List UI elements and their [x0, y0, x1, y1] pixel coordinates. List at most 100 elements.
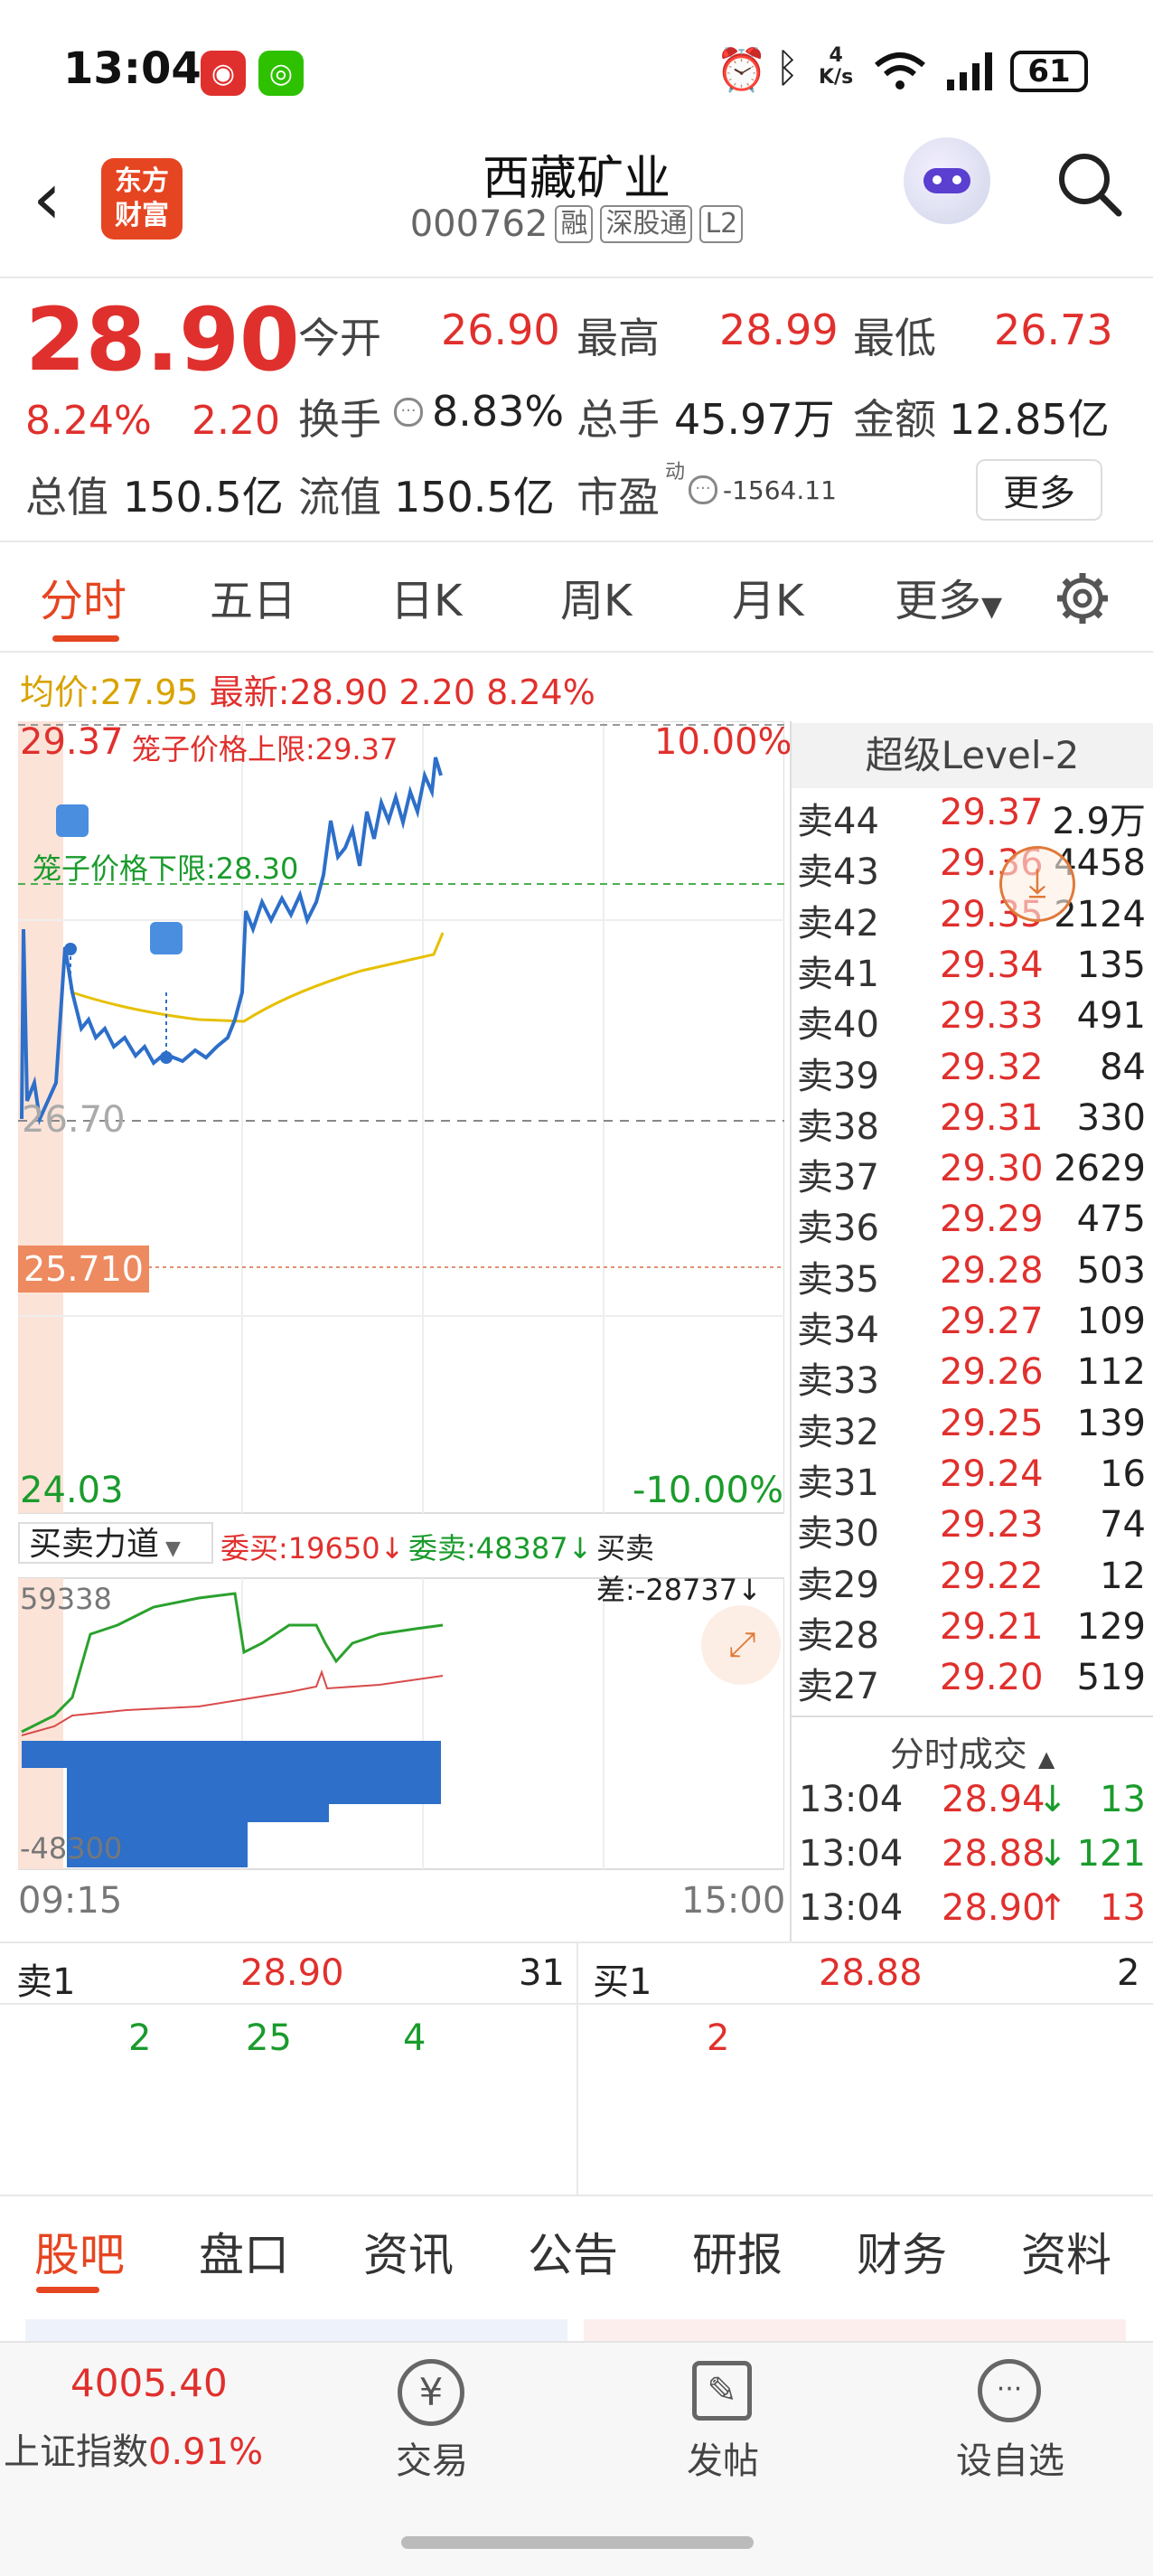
ask-price: 29.29: [940, 1199, 1044, 1241]
tab-daily-k[interactable]: 日K: [390, 565, 462, 628]
tag-l2: L2: [699, 205, 744, 243]
ask-volume: 135: [1076, 944, 1146, 986]
ask-volume: 503: [1076, 1249, 1146, 1292]
tab-monthly-k[interactable]: 月K: [732, 565, 803, 628]
tab-research[interactable]: 研报: [692, 2219, 783, 2284]
ask-row[interactable]: 卖39 29.32 84: [795, 1047, 1153, 1097]
float-label: 流值: [298, 473, 381, 522]
tab-news[interactable]: 资讯: [363, 2219, 454, 2284]
ask-price: 29.28: [940, 1249, 1044, 1292]
ask-price: 29.21: [940, 1605, 1044, 1648]
ask-volume: 129: [1076, 1605, 1146, 1648]
queue-bottom-divider: [0, 2195, 1153, 2196]
wifi-icon: [875, 52, 925, 89]
settings-gear-icon[interactable]: [1054, 569, 1111, 627]
ask-row[interactable]: 卖34 29.27 109: [795, 1301, 1153, 1351]
ask-total: 委卖:48387↓: [408, 1531, 593, 1565]
download-float-icon[interactable]: ⤓: [999, 846, 1075, 922]
sub-chart-top: 59338: [20, 1582, 112, 1616]
trade-volume: 13: [1100, 1887, 1146, 1929]
ask-row[interactable]: 卖41 29.34 135: [795, 945, 1153, 995]
ask-price: 29.25: [940, 1402, 1044, 1444]
change-pct: 8.24%: [25, 398, 152, 444]
ask-row[interactable]: 卖33 29.26 112: [795, 1351, 1153, 1402]
tab-more[interactable]: 更多▼: [895, 565, 1002, 628]
open-value: 26.90: [441, 306, 560, 354]
ask-row[interactable]: 卖43 29.36 4458: [795, 842, 1153, 893]
tab-announcements[interactable]: 公告: [528, 2219, 618, 2284]
trade-direction-arrow: ↑: [1037, 1887, 1068, 1929]
queue-mid-divider: [576, 1941, 578, 2195]
ask-row[interactable]: 卖30 29.23 74: [795, 1504, 1153, 1555]
ask-row[interactable]: 卖40 29.33 491: [795, 995, 1153, 1046]
buy-queue-order: 2: [707, 2017, 730, 2059]
turnover-label: 换手: [298, 395, 381, 444]
index-ticker[interactable]: 上证指数0.91%: [4, 2422, 263, 2475]
nav-watch-label[interactable]: 设自选: [949, 2431, 1072, 2484]
trade-time: 13:04: [799, 1779, 904, 1820]
trade-direction-arrow: ↓: [1037, 1833, 1068, 1875]
status-time: 13:04: [63, 43, 202, 94]
ask-row[interactable]: 卖38 29.31 330: [795, 1097, 1153, 1148]
high-value: 28.99: [719, 306, 839, 354]
add-watchlist-icon[interactable]: ···: [978, 2359, 1041, 2422]
ask-price: 29.31: [940, 1096, 1044, 1139]
ask-level-label: 卖30: [797, 1513, 879, 1556]
ask-row[interactable]: 卖35 29.28 503: [795, 1250, 1153, 1301]
tab-weekly-k[interactable]: 周K: [560, 565, 632, 628]
ask-level-label: 卖40: [797, 1004, 879, 1047]
sell-queue-order: 25: [246, 2017, 292, 2059]
index-value[interactable]: 4005.40: [70, 2361, 228, 2405]
tab-pankou[interactable]: 盘口: [199, 2219, 289, 2284]
ask-price: 29.26: [940, 1351, 1044, 1394]
expand-chart-icon[interactable]: [716, 1605, 770, 1659]
post-edit-icon[interactable]: ✎: [692, 2361, 752, 2421]
tab-profile[interactable]: 资料: [1021, 2219, 1111, 2284]
trade-direction-arrow: ↓: [1037, 1779, 1068, 1820]
amount-value: 12.85亿: [949, 395, 1110, 444]
nav-post-label[interactable]: 发帖: [670, 2431, 775, 2484]
chart-top-pct: 10.00%: [654, 721, 792, 763]
ask-volume: 2.9万: [1052, 801, 1146, 842]
trade-yen-icon[interactable]: ¥: [398, 2359, 464, 2426]
ask-row[interactable]: 卖42 29.35 2124: [795, 894, 1153, 945]
ask-price: 29.23: [940, 1504, 1044, 1547]
more-button[interactable]: 更多: [976, 459, 1102, 521]
indicator-selector[interactable]: 买卖力道 ▼: [18, 1522, 213, 1564]
ask-row[interactable]: 卖32 29.25 139: [795, 1403, 1153, 1453]
ask-row[interactable]: 卖31 29.24 16: [795, 1453, 1153, 1504]
ask-row[interactable]: 卖29 29.22 12: [795, 1556, 1153, 1606]
tab-financials[interactable]: 财务: [857, 2219, 947, 2284]
trade-volume: 121: [1076, 1833, 1146, 1875]
trade-price: 28.90: [942, 1887, 1045, 1929]
trade-row: 13:04 28.88 ↓ 121: [795, 1833, 1153, 1887]
ask-volume: 491: [1076, 995, 1146, 1038]
ask-volume: 112: [1076, 1351, 1146, 1394]
pe-info-icon[interactable]: ···: [689, 475, 717, 504]
tab-five-day[interactable]: 五日: [210, 565, 296, 628]
ask-volume: 12: [1100, 1555, 1146, 1597]
info-dots-icon[interactable]: ···: [394, 398, 423, 427]
ask-row[interactable]: 卖44 29.37 2.9万: [795, 792, 1153, 842]
chart-bottom-price: 24.03: [20, 1470, 124, 1511]
ask-row[interactable]: 卖37 29.30 2629: [795, 1148, 1153, 1199]
ask-row[interactable]: 卖28 29.21 129: [795, 1606, 1153, 1657]
sell-queue-order: 4: [403, 2017, 427, 2059]
change-value: 2.20: [192, 398, 280, 444]
ask-row[interactable]: 卖36 29.29 475: [795, 1199, 1153, 1249]
trades-title[interactable]: 分时成交 ▲: [792, 1726, 1153, 1776]
tab-intraday[interactable]: 分时: [40, 565, 127, 628]
tab-guba[interactable]: 股吧: [34, 2219, 125, 2284]
ask-price: 29.30: [940, 1148, 1044, 1190]
home-indicator[interactable]: [401, 2536, 754, 2549]
intraday-chart[interactable]: ⤢ 29.37 笼子价格上限:29.37 10.00% 笼子价格下限:28.30…: [17, 720, 792, 1941]
volume-value: 45.97万: [674, 395, 835, 444]
nav-trade-label[interactable]: 交易: [380, 2431, 484, 2484]
ask-row[interactable]: 卖27 29.20 519: [795, 1657, 1153, 1707]
upper-limit-label: 笼子价格上限:29.37: [132, 732, 398, 766]
search-icon[interactable]: [1055, 150, 1124, 219]
ask-price: 29.32: [940, 1046, 1044, 1088]
ask-volume: 16: [1100, 1453, 1146, 1495]
robot-assistant-icon[interactable]: [904, 137, 990, 224]
status-bar: 13:04 ◉ ◎ ⏰ ᛒ 4 K/s 61: [0, 0, 1153, 145]
